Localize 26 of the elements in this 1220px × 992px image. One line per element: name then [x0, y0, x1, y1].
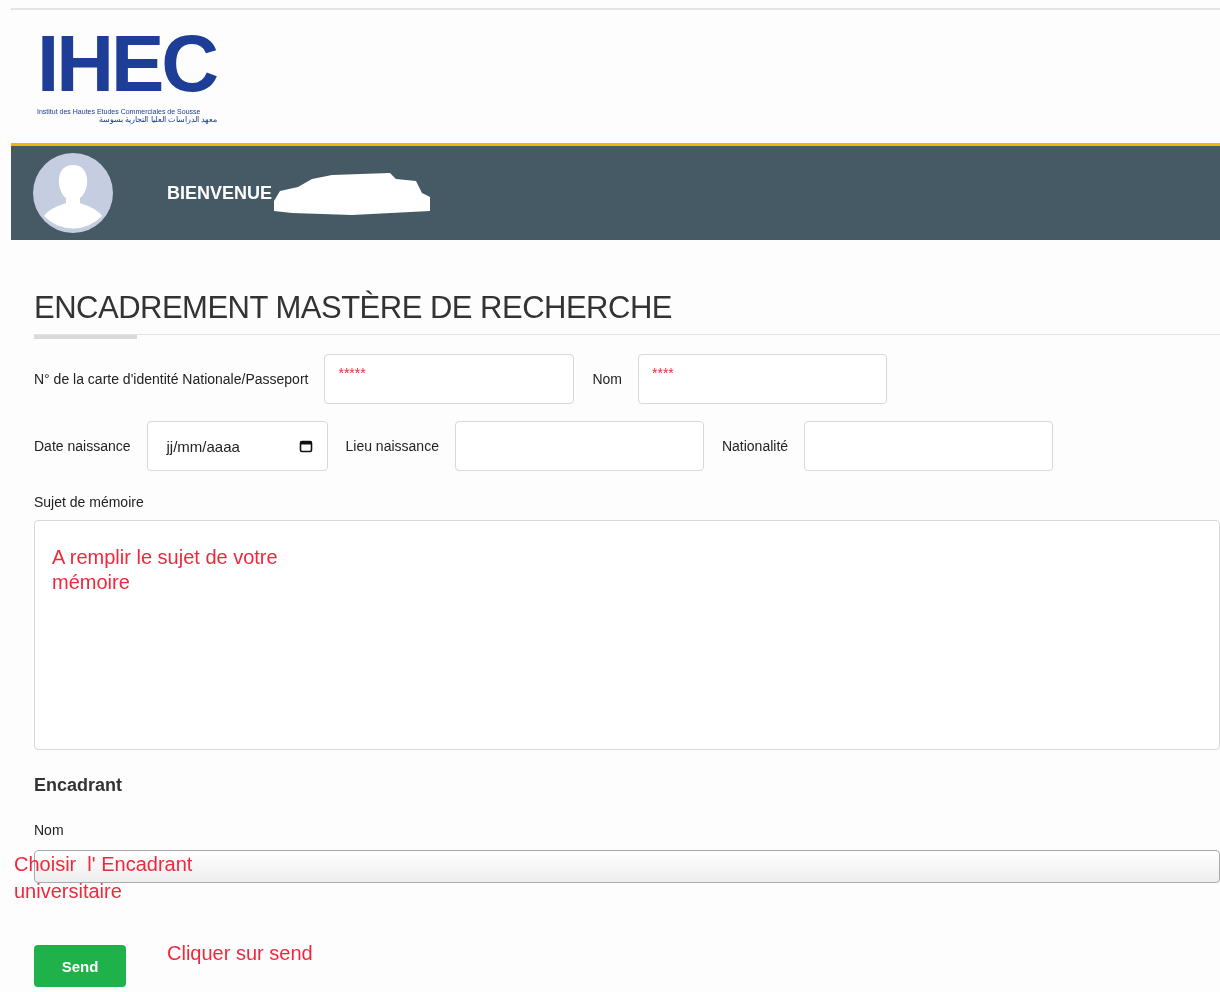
- date-field[interactable]: jj/mm/aaaa: [146, 421, 328, 471]
- annotation-text: Choisir l' Encadrant universitaire: [14, 852, 194, 904]
- text-field[interactable]: ****: [638, 354, 887, 404]
- logo-caption: معهد الدراسات العليا التجارية بسوسة: [98, 115, 217, 125]
- field-label: Date naissance: [34, 438, 131, 454]
- avatar-icon: [33, 153, 113, 233]
- annotation-text: A remplir le sujet de votre mémoire: [52, 545, 279, 595]
- text-field[interactable]: [804, 421, 1054, 471]
- send-button[interactable]: Send: [34, 945, 126, 987]
- logo-wordmark: IHEC: [37, 24, 217, 104]
- field-label: N° de la carte d'identité Nationale/Passeport: [34, 371, 309, 387]
- field-label: Nationalité: [721, 438, 789, 454]
- field-label: Nom: [592, 371, 622, 387]
- annotation-text: *****: [338, 365, 366, 381]
- text-field[interactable]: *****: [324, 354, 575, 404]
- text-area[interactable]: A remplir le sujet de votre mémoire: [34, 520, 1220, 750]
- text-field[interactable]: [454, 421, 704, 471]
- section-heading: Encadrant: [34, 775, 124, 796]
- page-title: ENCADREMENT MASTÈRE DE RECHERCHE: [34, 290, 673, 326]
- field-label: Nom: [34, 822, 65, 838]
- welcome-text: BIENVENUE: [167, 182, 273, 204]
- field-label: Sujet de mémoire: [34, 494, 145, 510]
- annotation-text: ****: [652, 365, 674, 381]
- calendar-icon: [298, 439, 313, 453]
- annotation-text: Cliquer sur send: [167, 942, 313, 965]
- field-label: Lieu naissance: [345, 438, 439, 454]
